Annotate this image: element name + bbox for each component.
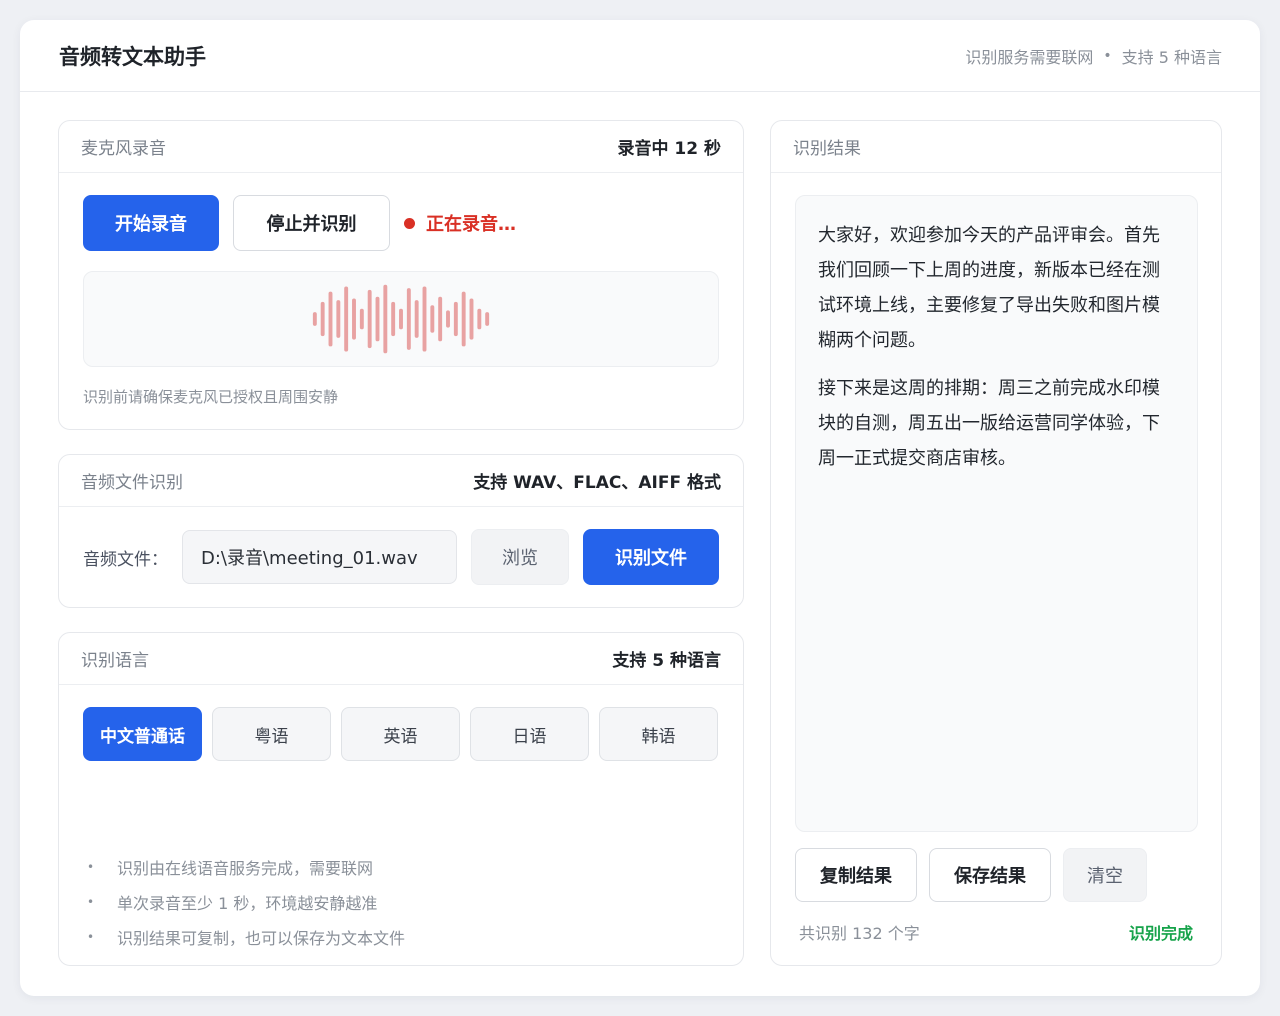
tip-text: 识别由在线语音服务完成，需要联网 — [117, 858, 374, 878]
file-card-title: 音频文件识别 — [81, 473, 183, 493]
bullet-icon: • — [87, 859, 95, 874]
waveform-bar — [352, 298, 356, 340]
file-path-input[interactable]: D:\录音\meeting_01.wav — [182, 530, 457, 584]
app-header: 音频转文本助手 识别服务需要联网 • 支持 5 种语言 — [20, 20, 1260, 92]
waveform-icon — [312, 284, 490, 354]
waveform-bar — [391, 301, 396, 337]
waveform-bar — [359, 308, 364, 330]
languages-note: 支持 5 种语言 — [1121, 47, 1222, 67]
result-paragraph: 大家好，欢迎参加今天的产品评审会。首先我们回顾一下上周的进度，新版本已经在测试环… — [818, 225, 1160, 351]
waveform-bar — [414, 300, 419, 338]
language-card: 识别语言 支持 5 种语言 中文普通话 粤语 英语 日语 韩语 • 识别由在线语音… — [58, 632, 744, 966]
character-count: 共识别 132 个字 — [799, 924, 920, 943]
waveform-bar — [344, 286, 349, 352]
file-path-label: 音频文件： — [83, 549, 168, 570]
mic-controls: 开始录音 停止并识别 正在录音… — [83, 195, 516, 251]
language-count: 支持 5 种语言 — [612, 651, 721, 671]
waveform-bar — [406, 288, 411, 350]
recording-status-label: 正在录音… — [426, 214, 516, 235]
waveform-bar — [469, 298, 474, 340]
waveform-bar — [375, 296, 380, 342]
separator-dot: • — [1103, 47, 1112, 64]
bullet-icon: • — [87, 894, 95, 909]
result-footer: 共识别 132 个字 识别完成 — [799, 920, 1193, 944]
language-option-mandarin[interactable]: 中文普通话 — [83, 707, 202, 761]
recording-status: 正在录音… — [404, 210, 516, 236]
tip-item: • 单次录音至少 1 秒，环境越安静越准 — [87, 884, 405, 919]
recording-dot-icon — [404, 217, 415, 229]
waveform-bar — [383, 284, 388, 354]
browse-button[interactable]: 浏览 — [471, 529, 569, 585]
mic-hint: 识别前请确保麦克风已授权且周围安静 — [83, 388, 339, 406]
tip-item: • 识别结果可复制，也可以保存为文本文件 — [87, 919, 405, 954]
supported-formats: 支持 WAV、FLAC、AIFF 格式 — [473, 473, 721, 493]
language-card-header: 识别语言 支持 5 种语言 — [59, 633, 743, 685]
save-result-button[interactable]: 保存结果 — [929, 848, 1051, 902]
mic-recording-card: 麦克风录音 录音中 12 秒 开始录音 停止并识别 正在录音… 识别前请确保麦克… — [58, 120, 744, 430]
audio-file-card: 音频文件识别 支持 WAV、FLAC、AIFF 格式 音频文件： D:\录音\m… — [58, 454, 744, 608]
file-controls: 音频文件： D:\录音\meeting_01.wav 浏览 识别文件 — [83, 529, 719, 585]
waveform-panel — [83, 271, 719, 367]
language-card-title: 识别语言 — [81, 651, 149, 671]
bullet-icon: • — [87, 929, 95, 944]
result-card-header: 识别结果 — [771, 121, 1221, 173]
clear-button[interactable]: 清空 — [1063, 848, 1147, 902]
result-text-area[interactable]: 大家好，欢迎参加今天的产品评审会。首先我们回顾一下上周的进度，新版本已经在测试环… — [795, 195, 1198, 832]
recognition-status: 识别完成 — [1128, 924, 1193, 943]
waveform-bar — [453, 301, 458, 337]
waveform-bar — [446, 310, 450, 328]
waveform-bar — [461, 291, 466, 347]
waveform-bar — [320, 301, 325, 337]
waveform-bar — [399, 308, 403, 330]
mic-card-header: 麦克风录音 录音中 12 秒 — [59, 121, 743, 173]
app-title: 音频转文本助手 — [59, 44, 206, 69]
tip-text: 识别结果可复制，也可以保存为文本文件 — [117, 928, 406, 948]
tip-text: 单次录音至少 1 秒，环境越安静越准 — [117, 893, 378, 913]
language-option-cantonese[interactable]: 粤语 — [212, 707, 331, 761]
file-path-value: D:\录音\meeting_01.wav — [201, 548, 418, 569]
recording-duration: 录音中 12 秒 — [617, 139, 722, 159]
language-options: 中文普通话 粤语 英语 日语 韩语 — [83, 707, 718, 761]
waveform-bar — [477, 308, 482, 330]
waveform-bar — [367, 289, 372, 349]
tips-list: • 识别由在线语音服务完成，需要联网 • 单次录音至少 1 秒，环境越安静越准 • 识… — [87, 849, 405, 954]
tip-item: • 识别由在线语音服务完成，需要联网 — [87, 849, 405, 884]
waveform-bar — [422, 286, 427, 352]
header-info: 识别服务需要联网 • 支持 5 种语言 — [965, 44, 1222, 68]
language-option-korean[interactable]: 韩语 — [599, 707, 718, 761]
language-option-english[interactable]: 英语 — [341, 707, 460, 761]
waveform-bar — [438, 296, 443, 342]
waveform-bar — [430, 305, 435, 333]
waveform-bar — [328, 291, 333, 347]
copy-result-button[interactable]: 复制结果 — [795, 848, 917, 902]
result-card: 识别结果 大家好，欢迎参加今天的产品评审会。首先我们回顾一下上周的进度，新版本已… — [770, 120, 1222, 966]
result-actions: 复制结果 保存结果 清空 — [795, 848, 1147, 902]
result-card-title: 识别结果 — [793, 139, 861, 159]
result-paragraph: 接下来是这周的排期：周三之前完成水印模块的自测，周五出一版给运营同学体验，下周一… — [818, 378, 1160, 469]
mic-card-title: 麦克风录音 — [81, 139, 166, 159]
waveform-bar — [312, 312, 317, 326]
waveform-bar — [336, 300, 341, 338]
file-card-header: 音频文件识别 支持 WAV、FLAC、AIFF 格式 — [59, 455, 743, 507]
network-note: 识别服务需要联网 — [965, 47, 1094, 67]
app-window: 音频转文本助手 识别服务需要联网 • 支持 5 种语言 麦克风录音 录音中 12… — [20, 20, 1260, 996]
start-recording-button[interactable]: 开始录音 — [83, 195, 219, 251]
language-option-japanese[interactable]: 日语 — [470, 707, 589, 761]
waveform-bar — [485, 312, 490, 326]
recognize-file-button[interactable]: 识别文件 — [583, 529, 719, 585]
stop-and-recognize-button[interactable]: 停止并识别 — [233, 195, 390, 251]
